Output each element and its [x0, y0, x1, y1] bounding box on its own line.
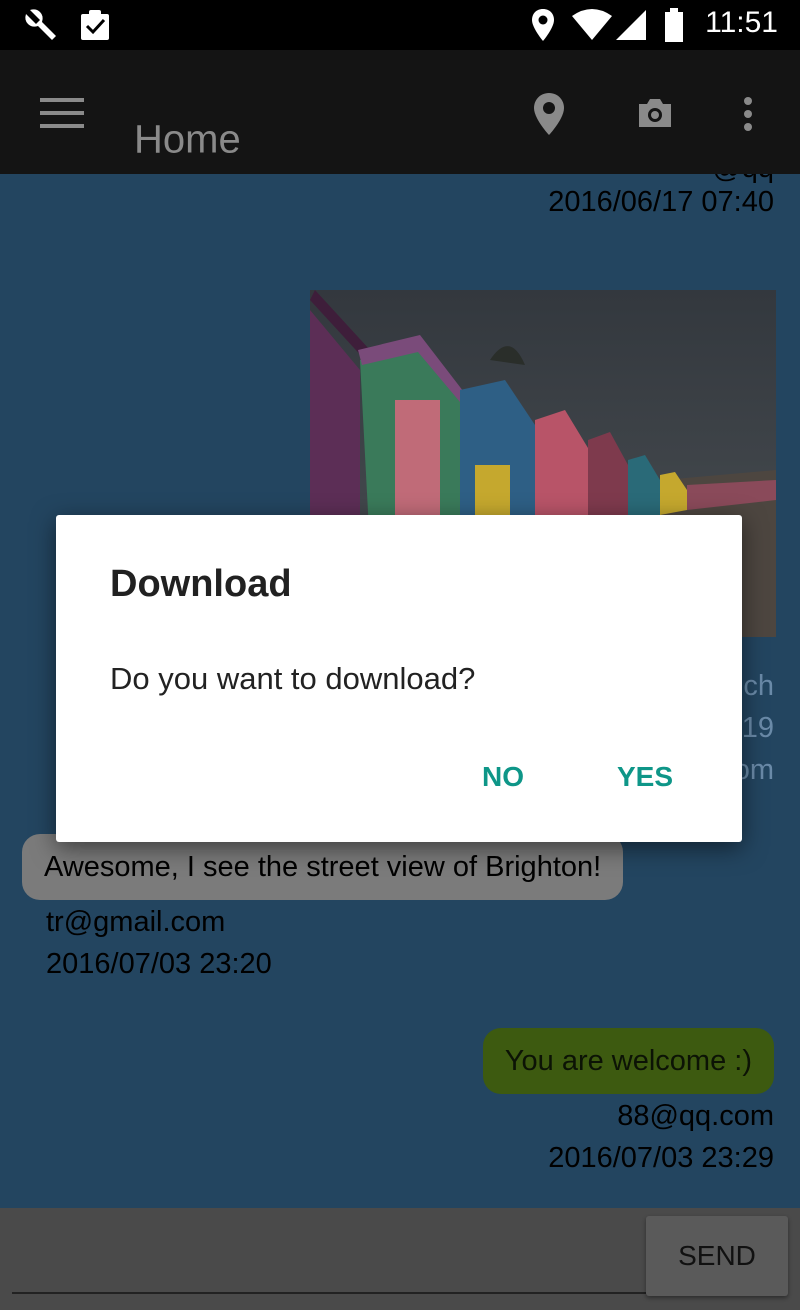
status-time: 11:51 — [705, 6, 778, 39]
status-bar: 11:51 — [0, 0, 800, 50]
message-input[interactable] — [12, 1220, 646, 1294]
clipboard-check-icon — [78, 8, 112, 46]
menu-icon[interactable] — [40, 98, 84, 132]
message-timestamp: 2016/07/03 23:20 — [46, 948, 272, 980]
camera-icon[interactable] — [636, 96, 674, 134]
message-timestamp: 2016/06/17 07:40 — [548, 186, 774, 218]
dialog-message: Do you want to download? — [110, 661, 476, 696]
send-button[interactable]: SEND — [646, 1216, 788, 1296]
page-title: Home — [134, 117, 241, 162]
message-timestamp: 2016/07/03 23:29 — [548, 1142, 774, 1174]
message-sender: 88@qq.com — [617, 1100, 774, 1132]
message-sender: @qq — [712, 174, 774, 185]
wrench-icon — [22, 8, 60, 46]
more-vert-icon[interactable] — [742, 96, 754, 136]
message-bubble[interactable]: You are welcome :) — [482, 1028, 774, 1094]
dialog-title: Download — [110, 563, 292, 605]
wifi-icon — [570, 8, 614, 46]
message-sender-partial: ch — [743, 670, 774, 702]
download-dialog: Download Do you want to download? NO YES — [56, 515, 742, 842]
location-pin-icon[interactable] — [532, 92, 566, 140]
message-bubble[interactable]: Awesome, I see the street view of Bright… — [22, 834, 624, 900]
no-button[interactable]: NO — [482, 761, 524, 793]
compose-bar: SEND — [0, 1208, 800, 1310]
signal-icon — [614, 8, 648, 46]
location-icon — [530, 8, 556, 46]
yes-button[interactable]: YES — [617, 761, 673, 793]
message-sender: tr@gmail.com — [46, 906, 226, 938]
message-timestamp-partial: 19 — [741, 712, 774, 744]
battery-icon — [664, 8, 684, 46]
app-bar: Home — [0, 50, 800, 174]
